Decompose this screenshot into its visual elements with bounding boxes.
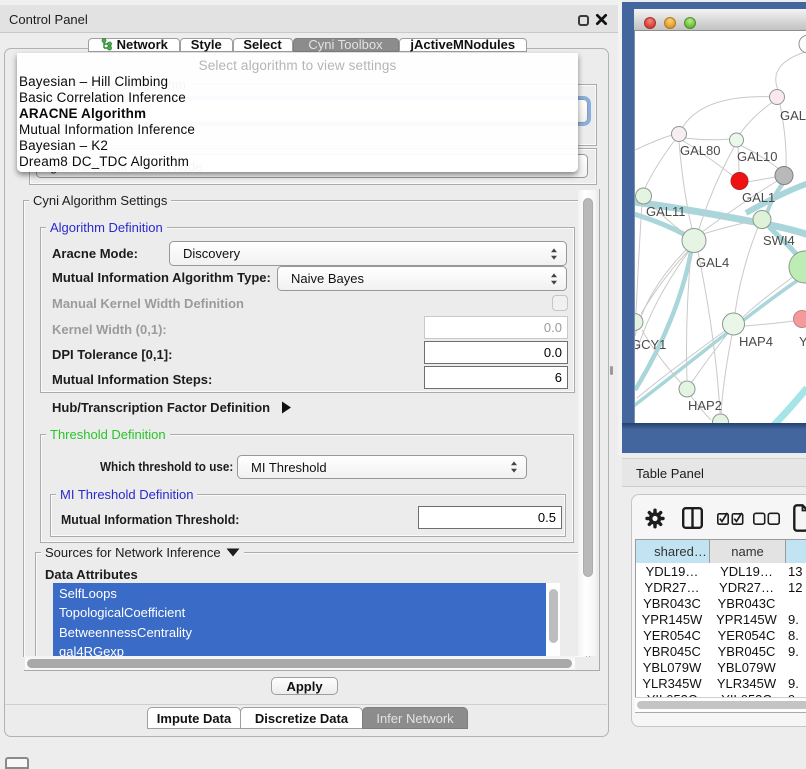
svg-text:SWI4: SWI4	[763, 233, 795, 248]
svg-text:GAL2: GAL2	[780, 108, 806, 123]
svg-text:GCY1: GCY1	[635, 337, 666, 352]
svg-text:GAL4: GAL4	[696, 255, 729, 270]
svg-text:GAL10: GAL10	[737, 149, 777, 164]
svg-text:GAL11: GAL11	[646, 204, 686, 219]
svg-text:HAP4: HAP4	[739, 334, 773, 349]
svg-text:Y: Y	[799, 334, 806, 349]
svg-text:GAL1: GAL1	[742, 190, 775, 205]
svg-text:GAL80: GAL80	[680, 143, 720, 158]
svg-text:HAP2: HAP2	[688, 398, 722, 413]
